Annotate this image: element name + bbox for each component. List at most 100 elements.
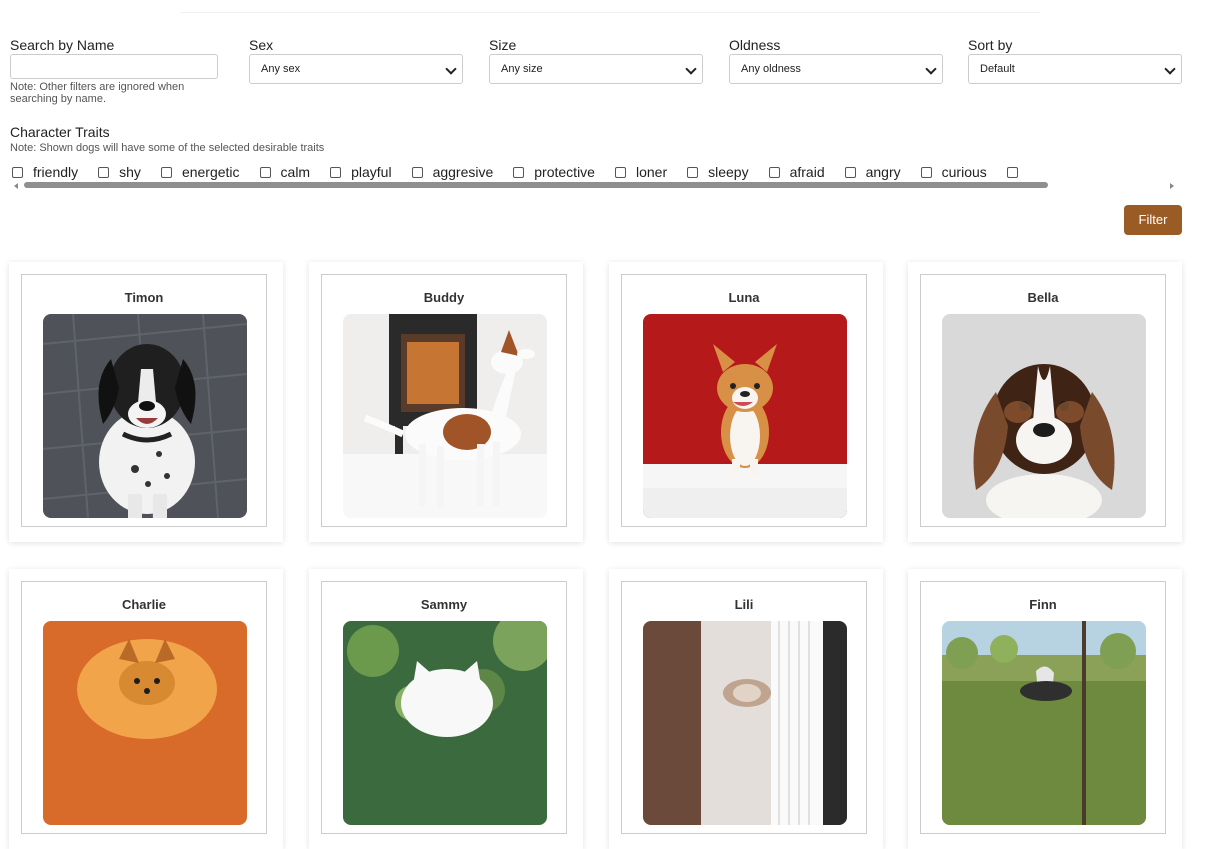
sex-filter-label: Sex [249, 37, 274, 53]
name-filter-note: Note: Other filters are ignored when sea… [10, 81, 185, 105]
oldness-select-value: Any oldness [741, 63, 801, 75]
dog-card-inner: Charlie [21, 581, 267, 834]
dog-card[interactable]: Luna [609, 262, 883, 542]
trait-aggresive[interactable]: aggresive [411, 164, 494, 181]
trait-energetic[interactable]: energetic [160, 164, 240, 181]
checkbox[interactable] [160, 167, 172, 179]
checkbox[interactable] [12, 167, 23, 179]
chevron-down-icon [445, 63, 457, 75]
trait-label: protective [534, 164, 595, 181]
size-select[interactable]: Any size [489, 54, 703, 84]
dog-photo[interactable] [343, 621, 547, 825]
dog-name: Finn [1029, 597, 1057, 612]
dog-photo[interactable] [643, 314, 847, 518]
sex-filter: Sex Any sex [249, 37, 463, 84]
dog-card[interactable]: Buddy [309, 262, 583, 542]
sex-select[interactable]: Any sex [249, 54, 463, 84]
trait-label: calm [280, 164, 311, 181]
scroll-right-arrow-icon[interactable] [1170, 183, 1174, 189]
trait-calm[interactable]: calm [259, 164, 311, 181]
sort-filter: Sort by Default [968, 37, 1182, 84]
trait-overflow[interactable] [1006, 164, 1028, 180]
dog-name: Charlie [121, 597, 167, 612]
dog-name: Timon [124, 290, 164, 305]
trait-label: curious [941, 164, 987, 181]
name-filter: Search by Name Note: Other filters are i… [10, 37, 218, 105]
trait-label: aggresive [432, 164, 494, 181]
trait-label: energetic [181, 164, 240, 181]
dog-photo[interactable] [343, 314, 547, 518]
dog-card-inner: Buddy [321, 274, 567, 527]
dog-card-inner: Finn [920, 581, 1166, 834]
dog-photo[interactable] [942, 314, 1146, 518]
trait-label: playful [351, 164, 392, 181]
checkbox[interactable] [920, 167, 932, 179]
filter-button[interactable]: Filter [1124, 205, 1182, 235]
dog-card-inner: Lili [621, 581, 867, 834]
chevron-down-icon [685, 63, 697, 75]
checkbox[interactable] [844, 167, 856, 179]
top-bar-edge [180, 0, 1040, 13]
dog-name: Luna [728, 290, 760, 305]
dog-photo[interactable] [942, 621, 1146, 825]
checkbox[interactable] [259, 167, 271, 179]
dog-name: Lili [734, 597, 754, 612]
dog-card[interactable]: Finn [908, 569, 1182, 849]
sort-select[interactable]: Default [968, 54, 1182, 84]
dog-photo[interactable] [43, 621, 247, 825]
sort-select-value: Default [980, 63, 1015, 75]
dog-card-inner: Luna [621, 274, 867, 527]
dog-card[interactable]: Charlie [9, 569, 283, 849]
checkbox[interactable] [411, 167, 423, 179]
dog-card[interactable]: Sammy [309, 569, 583, 849]
checkbox[interactable] [1006, 167, 1018, 179]
traits-horizontal-scrollbar[interactable] [10, 181, 1182, 191]
traits-list: friendly shy energetic calm playful aggresive… [12, 163, 1182, 181]
size-filter: Size Any size [489, 37, 703, 84]
dog-name: Buddy [423, 290, 465, 305]
trait-label: afraid [789, 164, 825, 181]
oldness-filter-label: Oldness [729, 37, 781, 53]
dog-name: Sammy [420, 597, 468, 612]
trait-shy[interactable]: shy [98, 164, 141, 180]
checkbox[interactable] [614, 167, 626, 179]
scroll-left-arrow-icon[interactable] [14, 183, 18, 189]
dog-card[interactable]: Bella [908, 262, 1182, 542]
name-filter-label: Search by Name [10, 37, 115, 53]
dog-card-inner: Timon [21, 274, 267, 527]
dog-photo[interactable] [43, 314, 247, 518]
dog-card[interactable]: Timon [9, 262, 283, 542]
oldness-filter: Oldness Any oldness [729, 37, 943, 84]
trait-sleepy[interactable]: sleepy [687, 164, 749, 181]
dog-card-inner: Bella [920, 274, 1166, 527]
name-search-input[interactable] [10, 54, 218, 79]
checkbox[interactable] [687, 167, 699, 179]
oldness-select[interactable]: Any oldness [729, 54, 943, 84]
trait-loner[interactable]: loner [614, 164, 668, 181]
size-filter-label: Size [489, 37, 517, 53]
trait-playful[interactable]: playful [330, 164, 392, 181]
trait-afraid[interactable]: afraid [768, 164, 825, 181]
dog-card[interactable]: Lili [609, 569, 883, 849]
trait-friendly[interactable]: friendly [12, 164, 78, 180]
chevron-down-icon [1164, 63, 1176, 75]
scroll-thumb[interactable] [24, 182, 1048, 188]
trait-protective[interactable]: protective [513, 164, 595, 180]
trait-curious[interactable]: curious [920, 164, 987, 181]
traits-note: Note: Shown dogs will have some of the s… [10, 142, 325, 154]
sort-filter-label: Sort by [968, 37, 1013, 53]
trait-angry[interactable]: angry [844, 164, 901, 181]
trait-label: loner [635, 164, 668, 181]
traits-title: Character Traits [10, 124, 110, 140]
dog-name: Bella [1027, 290, 1059, 305]
checkbox[interactable] [513, 167, 525, 179]
trait-label: angry [865, 164, 901, 181]
checkbox[interactable] [330, 167, 342, 179]
checkbox[interactable] [768, 167, 780, 179]
trait-label: sleepy [708, 164, 749, 181]
checkbox[interactable] [98, 167, 110, 179]
dog-photo[interactable] [643, 621, 847, 825]
chevron-down-icon [925, 63, 937, 75]
size-select-value: Any size [501, 63, 543, 75]
trait-label: friendly [33, 164, 79, 181]
